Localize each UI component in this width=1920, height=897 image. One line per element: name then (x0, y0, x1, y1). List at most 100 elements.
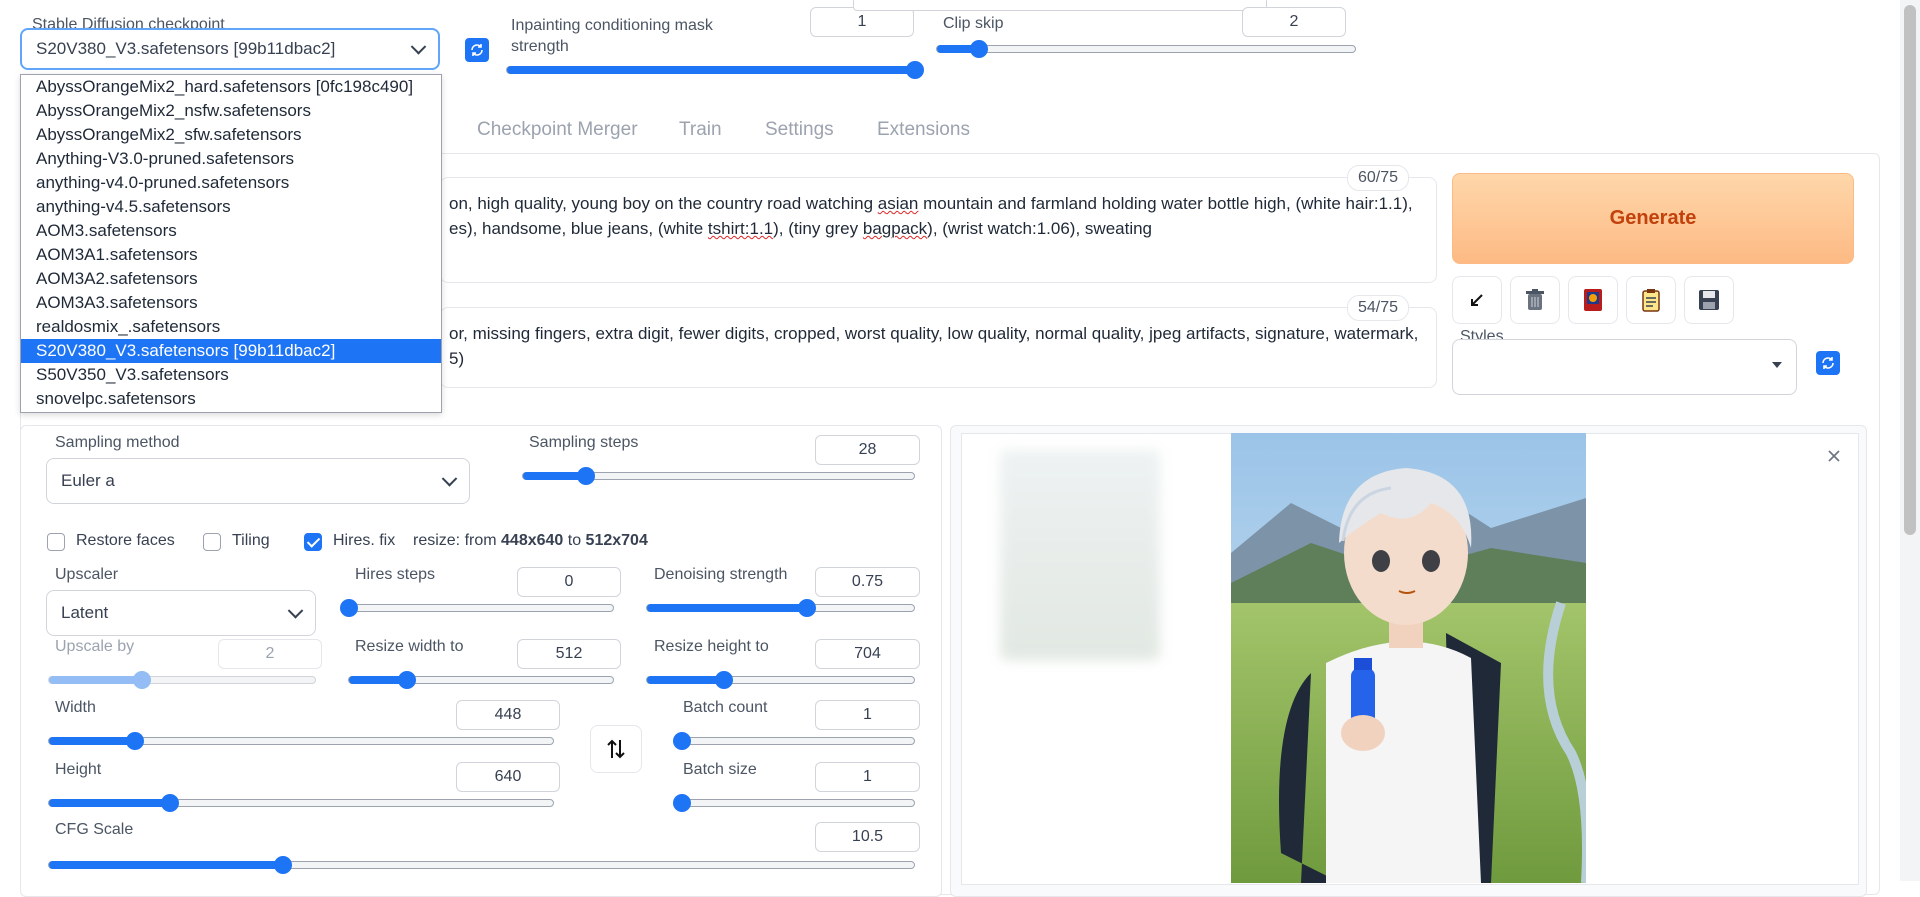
checkpoint-option[interactable]: snovelpc.safetensors (21, 387, 441, 411)
refresh-icon (471, 44, 483, 56)
height-input[interactable]: 640 (456, 762, 560, 792)
clip-skip-value-input[interactable]: 2 (1242, 7, 1346, 37)
styles-select[interactable] (1452, 339, 1797, 395)
sampling-method-label: Sampling method (55, 434, 180, 451)
denoising-input[interactable]: 0.75 (815, 567, 920, 597)
swap-dimensions-button[interactable] (590, 725, 642, 773)
tab-extensions[interactable]: Extensions (877, 119, 970, 141)
upscaler-select[interactable]: Latent (46, 590, 316, 636)
batch-size-slider[interactable] (672, 794, 915, 812)
cfg-scale-label: CFG Scale (55, 821, 134, 838)
slider-thumb[interactable] (398, 671, 417, 689)
height-slider[interactable] (48, 794, 554, 812)
misspelled-word: tshirt:1.1 (707, 219, 774, 238)
chevron-down-icon (287, 603, 304, 619)
resize-height-slider[interactable] (646, 671, 915, 689)
sampling-steps-input[interactable]: 28 (815, 435, 920, 465)
slider-fill (49, 861, 283, 869)
trash-icon (1526, 289, 1544, 310)
checkpoint-option[interactable]: realdosmix_.safetensors (21, 315, 441, 339)
checkpoint-option[interactable]: anything-v4.5.safetensors (21, 195, 441, 219)
negative-prompt-token-counter: 54/75 (1347, 295, 1410, 321)
scrollbar-thumb[interactable] (1904, 5, 1916, 535)
batch-count-input[interactable]: 1 (815, 700, 920, 730)
width-input[interactable]: 448 (456, 700, 560, 730)
prompt-line-1: on, high quality, young boy on the count… (449, 191, 1413, 216)
tiling-checkbox[interactable] (203, 533, 221, 551)
sampling-steps-slider[interactable] (522, 467, 915, 485)
batch-size-input[interactable]: 1 (815, 762, 920, 792)
generated-image[interactable] (1231, 433, 1586, 883)
hires-steps-slider[interactable] (340, 599, 614, 617)
checkpoint-option[interactable]: anything-v4.0-pruned.safetensors (21, 171, 441, 195)
read-params-button[interactable] (1452, 276, 1502, 324)
close-image-button[interactable] (1824, 446, 1844, 466)
checkpoint-option[interactable]: AbyssOrangeMix2_sfw.safetensors (21, 123, 441, 147)
save-style-button[interactable] (1684, 276, 1734, 324)
slider-thumb[interactable] (133, 671, 152, 689)
clear-prompt-button[interactable] (1510, 276, 1560, 324)
hires-fix-checkbox[interactable] (304, 533, 322, 551)
hires-steps-label: Hires steps (355, 566, 436, 583)
inpainting-value-input[interactable]: 1 (810, 7, 914, 37)
width-slider[interactable] (48, 732, 554, 750)
slider-thumb[interactable] (340, 599, 358, 617)
checkpoint-option[interactable]: Anything-V3.0-pruned.safetensors (21, 147, 441, 171)
checkpoint-option[interactable]: AbyssOrangeMix2_nsfw.safetensors (21, 99, 441, 123)
checkpoint-select[interactable]: S20V380_V3.safetensors [99b11dbac2] (20, 28, 440, 70)
apply-styles-button[interactable] (1626, 276, 1676, 324)
checkpoint-option[interactable]: S20V380_V3.safetensors [99b11dbac2] (21, 339, 441, 363)
prompt-token-counter: 60/75 (1347, 165, 1410, 191)
thumbnail-blurred[interactable] (1000, 450, 1160, 660)
page-scrollbar[interactable] (1900, 0, 1920, 881)
upscale-by-input[interactable]: 2 (218, 639, 322, 669)
upscale-by-label: Upscale by (55, 638, 135, 655)
tab-train[interactable]: Train (679, 119, 722, 141)
clip-skip-slider[interactable] (936, 40, 1356, 58)
resize-height-input[interactable]: 704 (815, 639, 920, 669)
slider-thumb[interactable] (160, 794, 179, 812)
sampling-method-select[interactable]: Euler a (46, 458, 470, 504)
tab-settings[interactable]: Settings (765, 119, 834, 141)
generate-label: Generate (1609, 207, 1697, 229)
checkpoint-selected-value: S20V380_V3.safetensors [99b11dbac2] (36, 39, 336, 58)
slider-thumb[interactable] (672, 794, 691, 812)
generate-button[interactable]: Generate (1452, 173, 1854, 264)
clipboard-icon (1642, 289, 1660, 312)
batch-count-slider[interactable] (672, 732, 915, 750)
cfg-scale-input[interactable]: 10.5 (815, 822, 920, 852)
hires-steps-input[interactable]: 0 (517, 567, 621, 597)
refresh-checkpoint-button[interactable] (465, 38, 489, 62)
slider-thumb[interactable] (906, 61, 924, 79)
extra-networks-button[interactable] (1568, 276, 1618, 324)
clip-skip-label: Clip skip (943, 15, 1004, 32)
cfg-scale-slider[interactable] (48, 856, 915, 874)
slider-thumb[interactable] (125, 732, 144, 750)
slider-thumb[interactable] (672, 732, 691, 750)
upscale-by-slider[interactable] (48, 671, 316, 689)
tiling-label: Tiling (232, 532, 270, 549)
checkpoint-dropdown-list[interactable]: AbyssOrangeMix2_hard.safetensors [0fc198… (20, 74, 442, 413)
tab-checkpoint-merger[interactable]: Checkpoint Merger (477, 119, 638, 141)
slider-thumb[interactable] (576, 467, 595, 485)
checkpoint-option[interactable]: AOM3A1.safetensors (21, 243, 441, 267)
negative-prompt-box[interactable]: or, missing fingers, extra digit, fewer … (440, 307, 1437, 388)
denoising-slider[interactable] (646, 599, 915, 617)
prompt-box[interactable]: on, high quality, young boy on the count… (440, 177, 1437, 283)
arrow-icon (1471, 294, 1483, 306)
slider-thumb[interactable] (273, 856, 292, 874)
slider-thumb[interactable] (969, 40, 988, 58)
resize-width-input[interactable]: 512 (517, 639, 621, 669)
batch-count-label: Batch count (683, 699, 768, 716)
resize-width-slider[interactable] (348, 671, 614, 689)
refresh-styles-button[interactable] (1816, 351, 1840, 375)
checkpoint-option[interactable]: AOM3A3.safetensors (21, 291, 441, 315)
checkpoint-option[interactable]: S50V350_V3.safetensors (21, 363, 441, 387)
checkpoint-option[interactable]: AOM3A2.safetensors (21, 267, 441, 291)
resize-from: 448x640 (501, 532, 564, 549)
inpainting-slider[interactable] (506, 61, 924, 79)
checkpoint-option[interactable]: AbyssOrangeMix2_hard.safetensors [0fc198… (21, 75, 441, 99)
restore-faces-checkbox[interactable] (47, 533, 65, 551)
checkpoint-option[interactable]: AOM3.safetensors (21, 219, 441, 243)
slider-fill (49, 737, 135, 745)
